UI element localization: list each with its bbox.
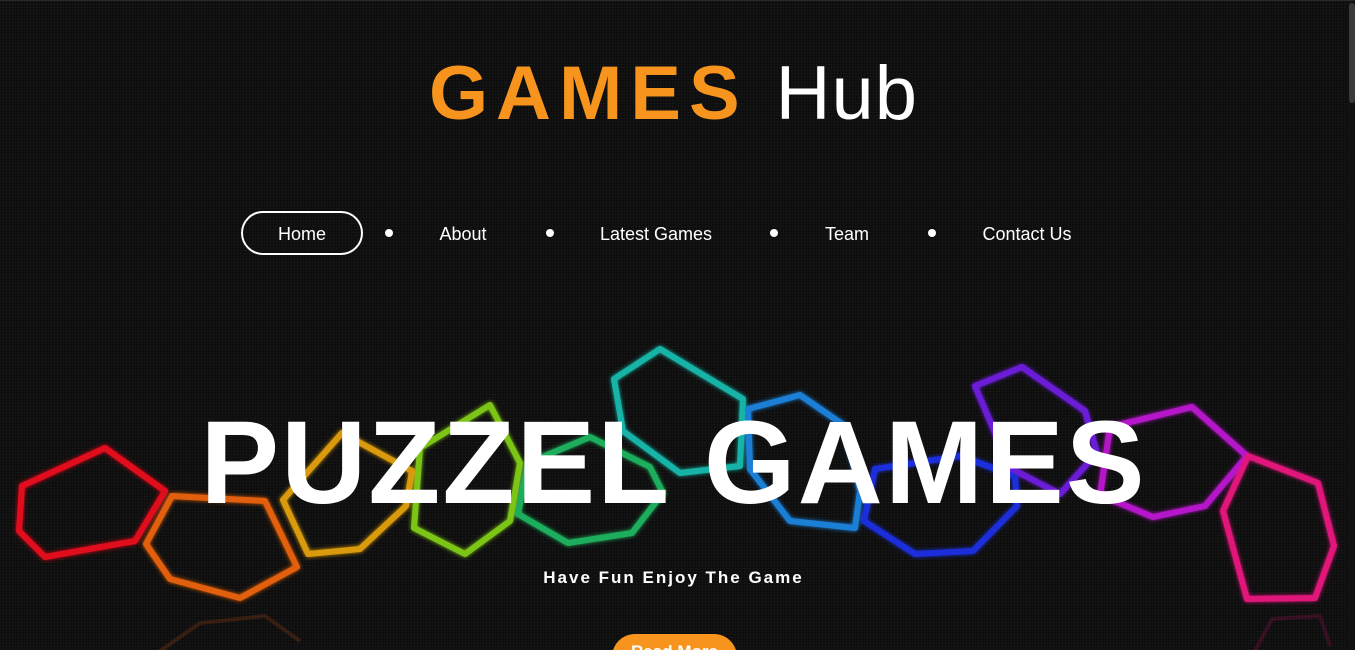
- nav-team[interactable]: Team: [807, 211, 887, 255]
- scrollbar-thumb[interactable]: [1349, 3, 1355, 103]
- site-logo[interactable]: GAMES Hub: [0, 56, 1347, 132]
- page: GAMES Hub Home About Latest Games Team Co…: [0, 0, 1355, 650]
- hero-title: PUZZEL GAMES: [200, 397, 1147, 529]
- nav-contact-us[interactable]: Contact Us: [967, 211, 1087, 255]
- nav-separator-dot: [928, 229, 936, 237]
- nav-home[interactable]: Home: [241, 211, 363, 255]
- nav-latest-games[interactable]: Latest Games: [585, 211, 727, 255]
- nav-about[interactable]: About: [413, 211, 513, 255]
- vertical-scrollbar[interactable]: [1347, 1, 1355, 650]
- hero-subtitle: Have Fun Enjoy The Game: [543, 568, 804, 587]
- nav-separator-dot: [385, 229, 393, 237]
- logo-hub-text: Hub: [775, 51, 919, 136]
- read-more-button[interactable]: Read More: [612, 634, 737, 650]
- main-navigation: Home About Latest Games Team Contact Us: [0, 211, 1355, 255]
- logo-games-text: GAMES: [428, 51, 748, 136]
- nav-separator-dot: [546, 229, 554, 237]
- nav-separator-dot: [770, 229, 778, 237]
